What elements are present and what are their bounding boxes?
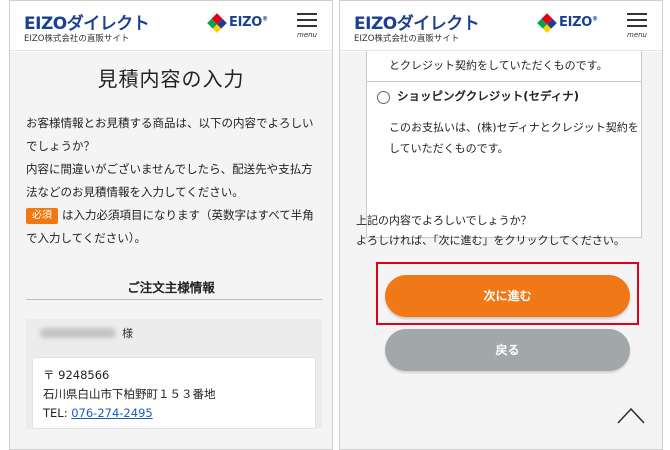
intro-line: でしょうか？ (26, 139, 95, 153)
payment-top-text: とクレジット契約をしていただくものです。 (389, 59, 608, 72)
brand-name[interactable]: EIZOダイレクト (24, 9, 150, 34)
menu-icon[interactable]: menu (624, 13, 650, 43)
next-button[interactable]: 次に進む (385, 275, 630, 317)
payment-options-box: とクレジット契約をしていただくものです。 ショッピングクレジット(セディナ) こ… (366, 42, 642, 238)
payment-option-label[interactable]: ショッピングクレジット(セディナ) (397, 88, 579, 104)
logo-diamond-icon (535, 11, 559, 35)
logo-text: EIZO® (229, 15, 268, 30)
site-header: EIZOダイレクト EIZO株式会社の直販サイト EIZO® menu (340, 1, 662, 51)
intro-line: 内容に間違いがございませんでしたら、配送先や支払方 (26, 162, 313, 176)
intro-line: お客様情報とお見積する商品は、以下の内容でよろしい (26, 116, 314, 130)
customer-card: 様 〒 9248566 石川県白山市下柏野町１５３番地 TEL: 076-274… (26, 319, 322, 429)
menu-icon[interactable]: menu (294, 13, 320, 43)
logo-text: EIZO® (559, 15, 598, 30)
required-note-text: は入力必須項目になります（英数字はすべて半角 (62, 208, 314, 222)
tel-row: TEL: 076-274-2495 (43, 406, 153, 420)
back-button[interactable]: 戻る (385, 329, 630, 371)
required-note: 必須 は入力必須項目になります（英数字はすべて半角 (26, 204, 322, 227)
payment-divider (367, 81, 641, 82)
option-desc-line: このお支払いは、(株)セディナとクレジット契約を (389, 121, 639, 134)
required-note-line2: で入力してください）。 (26, 231, 147, 245)
address-box: 〒 9248566 石川県白山市下柏野町１５３番地 TEL: 076-274-2… (32, 357, 316, 429)
address-text: 石川県白山市下柏野町１５３番地 (43, 387, 216, 401)
postal-code: 〒 9248566 (43, 368, 110, 382)
customer-name: 様 (40, 325, 133, 341)
blurred-name (40, 328, 116, 338)
right-phone-screen: とクレジット契約をしていただくものです。 ショッピングクレジット(セディナ) こ… (339, 0, 663, 450)
eizo-logo-icon[interactable]: EIZO® (535, 11, 605, 35)
site-header: EIZOダイレクト EIZO株式会社の直販サイト EIZO® menu (10, 1, 332, 51)
intro-line: 法などのお見積情報を入力してください。 (26, 185, 244, 199)
section-title: ご注文主様情報 (127, 280, 215, 295)
option-desc-line: していただくものです。 (389, 142, 509, 155)
confirm-line: 上記の内容でよろしいでしょうか？ (356, 214, 532, 227)
page-top-chevron-icon[interactable] (616, 403, 646, 427)
tel-link[interactable]: 076-274-2495 (71, 406, 152, 420)
menu-label: menu (297, 31, 317, 39)
confirm-line: よろしければ、「次に進む」をクリックしてください。 (356, 234, 625, 247)
menu-label: menu (627, 31, 647, 39)
left-phone-screen: EIZOダイレクト EIZO株式会社の直販サイト EIZO® menu 見積内容… (9, 0, 333, 450)
radio-icon[interactable] (377, 91, 390, 104)
payment-option-desc: このお支払いは、(株)セディナとクレジット契約を していただくものです。 (389, 117, 639, 159)
page-title: 見積内容の入力 (97, 67, 245, 91)
brand-name[interactable]: EIZOダイレクト (354, 9, 480, 34)
confirm-text: 上記の内容でよろしいでしょうか？ よろしければ、「次に進む」をクリックしてくださ… (356, 211, 652, 251)
required-badge: 必須 (26, 208, 58, 224)
brand-subtitle: EIZO株式会社の直販サイト (354, 34, 460, 44)
brand-subtitle: EIZO株式会社の直販サイト (24, 34, 130, 44)
section-divider (26, 299, 322, 300)
logo-diamond-icon (205, 11, 229, 35)
intro-text: お客様情報とお見積する商品は、以下の内容でよろしい でしょうか？ 内容に間違いが… (26, 112, 322, 250)
eizo-logo-icon[interactable]: EIZO® (205, 11, 275, 35)
